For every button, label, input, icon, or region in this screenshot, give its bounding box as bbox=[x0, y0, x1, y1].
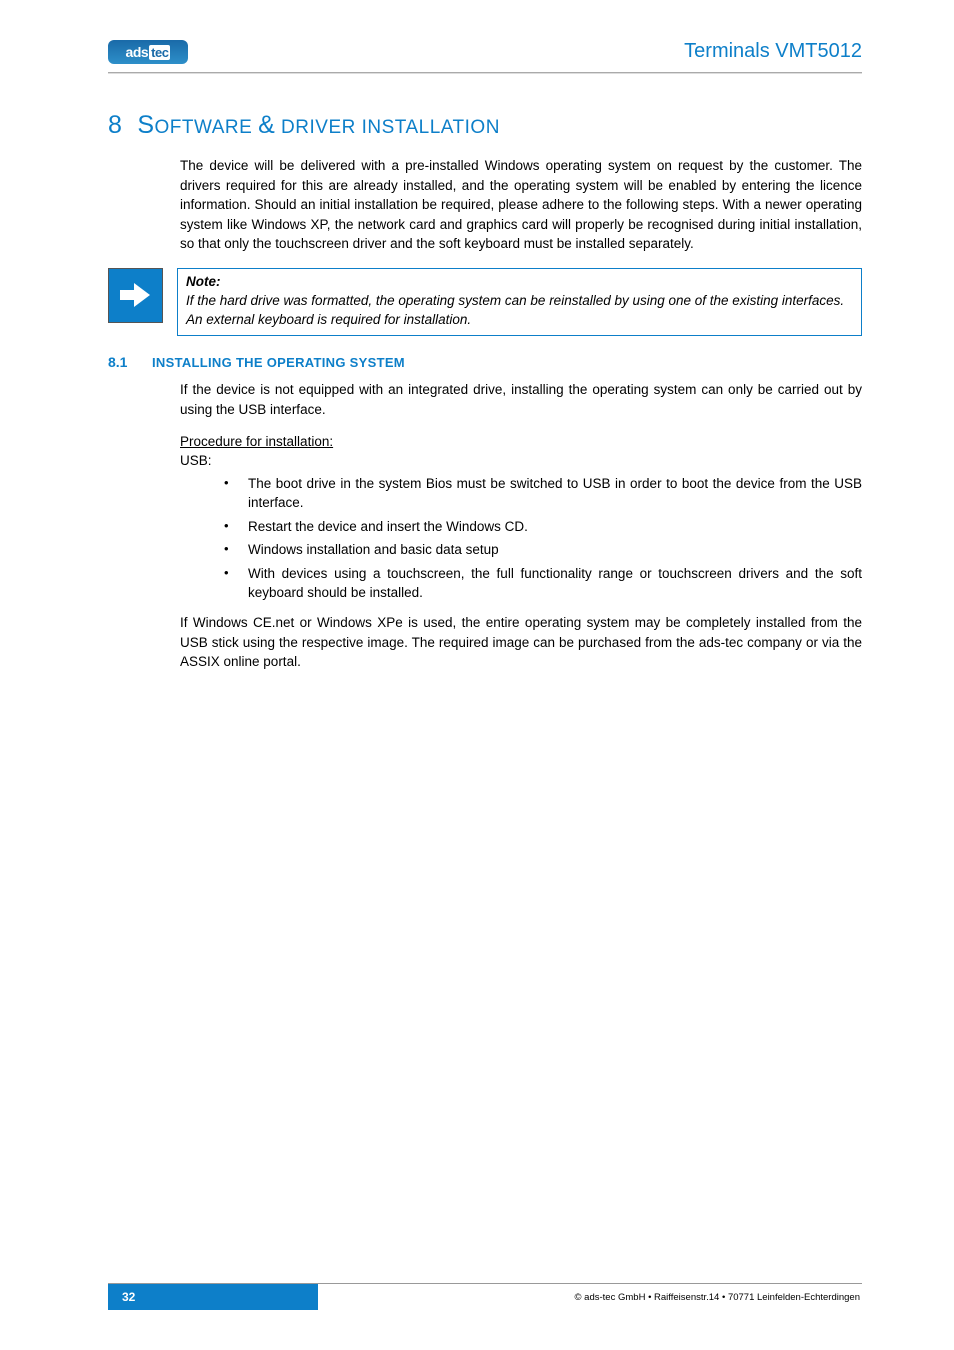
note-callout: Note: If the hard drive was formatted, t… bbox=[108, 268, 862, 337]
usb-label: USB: bbox=[180, 453, 862, 468]
note-line-2: An external keyboard is required for ins… bbox=[186, 311, 853, 330]
list-item: The boot drive in the system Bios must b… bbox=[220, 474, 862, 513]
note-line-1: If the hard drive was formatted, the ope… bbox=[186, 292, 853, 311]
page-header: adstec Terminals VMT5012 bbox=[0, 40, 954, 64]
header-title: Terminals VMT5012 bbox=[684, 40, 862, 63]
procedure-heading: Procedure for installation: bbox=[180, 434, 862, 449]
note-heading: Note: bbox=[186, 273, 853, 292]
arrow-right-icon bbox=[108, 268, 163, 323]
brand-logo: adstec bbox=[108, 40, 188, 64]
copyright-text: © ads-tec GmbH • Raiffeisenstr.14 • 7077… bbox=[318, 1284, 862, 1310]
list-item: Restart the device and insert the Window… bbox=[220, 517, 862, 537]
list-item: Windows installation and basic data setu… bbox=[220, 540, 862, 560]
chapter-heading: 8 SOFTWARE & DRIVER INSTALLATION bbox=[108, 111, 862, 140]
page-footer: 32 © ads-tec GmbH • Raiffeisenstr.14 • 7… bbox=[108, 1283, 862, 1310]
logo-part-b: tec bbox=[149, 45, 170, 60]
section-para-1: If the device is not equipped with an in… bbox=[180, 380, 862, 419]
list-item: With devices using a touchscreen, the fu… bbox=[220, 564, 862, 603]
note-box: Note: If the hard drive was formatted, t… bbox=[177, 268, 862, 337]
chapter-intro: The device will be delivered with a pre-… bbox=[180, 156, 862, 254]
section-heading: INSTALLING THE OPERATING SYSTEM bbox=[152, 355, 405, 370]
section-para-2: If Windows CE.net or Windows XPe is used… bbox=[180, 613, 862, 672]
section-heading-row: 8.1 INSTALLING THE OPERATING SYSTEM bbox=[108, 354, 862, 370]
page-number: 32 bbox=[108, 1284, 318, 1310]
procedure-list: The boot drive in the system Bios must b… bbox=[220, 474, 862, 603]
logo-part-a: ads bbox=[126, 44, 149, 60]
section-number: 8.1 bbox=[108, 354, 152, 370]
